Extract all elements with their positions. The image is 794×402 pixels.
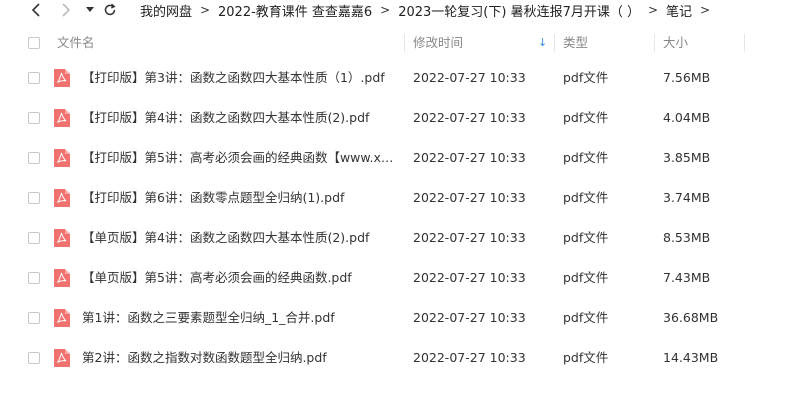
column-divider[interactable]: [654, 34, 655, 52]
file-name[interactable]: 【单页版】第5讲：高考必须会画的经典函数.pdf: [82, 258, 394, 298]
column-header-type[interactable]: 类型: [563, 28, 588, 58]
table-row[interactable]: 【单页版】第5讲：高考必须会画的经典函数.pdf 2022-07-27 10:3…: [0, 258, 794, 298]
file-modified-time: 2022-07-27 10:33: [413, 110, 526, 125]
pdf-icon: [54, 149, 70, 167]
file-name[interactable]: 第2讲：函数之指数对数函数题型全归纳.pdf: [82, 338, 394, 378]
file-browser: 我的网盘 > 2022-教育课件 查查嘉嘉6 > 2023一轮复习(下) 暑秋连…: [0, 0, 794, 402]
breadcrumb-item-review[interactable]: 2023一轮复习(下) 暑秋连报7月开课（ ）: [398, 1, 640, 20]
file-modified-time: 2022-07-27 10:33: [413, 270, 526, 285]
file-size: 4.04MB: [663, 110, 711, 125]
pdf-icon: [54, 309, 70, 327]
column-header-modified[interactable]: 修改时间: [413, 28, 463, 58]
table-row[interactable]: 第2讲：函数之指数对数函数题型全归纳.pdf 2022-07-27 10:33 …: [0, 338, 794, 378]
file-modified-time: 2022-07-27 10:33: [413, 150, 526, 165]
back-button[interactable]: [28, 0, 44, 20]
pdf-icon: [54, 269, 70, 287]
file-type: pdf文件: [563, 150, 609, 165]
file-type: pdf文件: [563, 310, 609, 325]
file-size: 3.74MB: [663, 190, 711, 205]
column-header-size[interactable]: 大小: [663, 28, 688, 58]
file-type: pdf文件: [563, 350, 609, 365]
file-modified-time: 2022-07-27 10:33: [413, 230, 526, 245]
row-checkbox[interactable]: [28, 152, 40, 164]
file-modified-time: 2022-07-27 10:33: [413, 70, 526, 85]
breadcrumb-separator: >: [199, 3, 211, 17]
table-row[interactable]: 【打印版】第3讲：函数之函数四大基本性质（1）.pdf 2022-07-27 1…: [0, 58, 794, 98]
forward-button[interactable]: [58, 0, 74, 20]
breadcrumb-item-my-drive[interactable]: 我的网盘: [140, 1, 192, 20]
nav-bar: 我的网盘 > 2022-教育课件 查查嘉嘉6 > 2023一轮复习(下) 暑秋连…: [0, 0, 794, 22]
refresh-button[interactable]: [102, 0, 118, 20]
file-type: pdf文件: [563, 190, 609, 205]
file-name[interactable]: 第1讲：函数之三要素题型全归纳_1_合并.pdf: [82, 298, 394, 338]
table-row[interactable]: 【打印版】第5讲：高考必须会画的经典函数【www.xue... 2022-07-…: [0, 138, 794, 178]
file-type: pdf文件: [563, 230, 609, 245]
file-size: 14.43MB: [663, 350, 719, 365]
chevron-left-icon: [31, 3, 40, 17]
file-size: 3.85MB: [663, 150, 711, 165]
breadcrumb: 我的网盘 > 2022-教育课件 查查嘉嘉6 > 2023一轮复习(下) 暑秋连…: [140, 0, 718, 20]
breadcrumb-separator: >: [380, 3, 391, 17]
breadcrumb-item-courseware[interactable]: 2022-教育课件 查查嘉嘉6: [218, 1, 372, 20]
file-modified-time: 2022-07-27 10:33: [413, 310, 526, 325]
select-all-checkbox[interactable]: [28, 37, 40, 49]
pdf-icon: [54, 349, 70, 367]
table-row[interactable]: 【打印版】第4讲：函数之函数四大基本性质(2).pdf 2022-07-27 1…: [0, 98, 794, 138]
row-checkbox[interactable]: [28, 232, 40, 244]
column-divider[interactable]: [554, 34, 555, 52]
file-name[interactable]: 【打印版】第3讲：函数之函数四大基本性质（1）.pdf: [82, 58, 394, 98]
file-size: 7.43MB: [663, 270, 711, 285]
file-modified-time: 2022-07-27 10:33: [413, 190, 526, 205]
file-size: 36.68MB: [663, 310, 719, 325]
caret-down-icon: [86, 7, 94, 12]
table-row[interactable]: 【打印版】第6讲：函数零点题型全归纳(1).pdf 2022-07-27 10:…: [0, 178, 794, 218]
file-size: 7.56MB: [663, 70, 711, 85]
breadcrumb-item-notes[interactable]: 笔记: [666, 1, 692, 20]
row-checkbox[interactable]: [28, 312, 40, 324]
row-checkbox[interactable]: [28, 112, 40, 124]
row-checkbox[interactable]: [28, 72, 40, 84]
file-type: pdf文件: [563, 70, 609, 85]
breadcrumb-separator[interactable]: >: [692, 3, 718, 17]
row-checkbox[interactable]: [28, 272, 40, 284]
row-checkbox[interactable]: [28, 352, 40, 364]
column-header-name[interactable]: 文件名: [57, 28, 95, 58]
file-name[interactable]: 【单页版】第4讲：函数之函数四大基本性质(2).pdf: [82, 218, 394, 258]
file-name[interactable]: 【打印版】第6讲：函数零点题型全归纳(1).pdf: [82, 178, 394, 218]
table-row[interactable]: 【单页版】第4讲：函数之函数四大基本性质(2).pdf 2022-07-27 1…: [0, 218, 794, 258]
file-type: pdf文件: [563, 110, 609, 125]
file-name[interactable]: 【打印版】第5讲：高考必须会画的经典函数【www.xue...: [82, 138, 394, 178]
pdf-icon: [54, 69, 70, 87]
column-divider[interactable]: [404, 34, 405, 52]
row-checkbox[interactable]: [28, 192, 40, 204]
file-size: 8.53MB: [663, 230, 711, 245]
file-modified-time: 2022-07-27 10:33: [413, 350, 526, 365]
pdf-icon: [54, 109, 70, 127]
refresh-icon: [104, 3, 116, 16]
file-type: pdf文件: [563, 270, 609, 285]
sort-descending-icon[interactable]: ↓: [538, 28, 547, 58]
chevron-right-icon: [62, 3, 71, 17]
history-dropdown-button[interactable]: [84, 0, 96, 20]
table-header: 文件名 修改时间 ↓ 类型 大小: [0, 28, 794, 58]
table-row[interactable]: 第1讲：函数之三要素题型全归纳_1_合并.pdf 2022-07-27 10:3…: [0, 298, 794, 338]
pdf-icon: [54, 189, 70, 207]
column-divider[interactable]: [744, 34, 745, 52]
file-name[interactable]: 【打印版】第4讲：函数之函数四大基本性质(2).pdf: [82, 98, 394, 138]
pdf-icon: [54, 229, 70, 247]
breadcrumb-separator: >: [647, 3, 658, 17]
